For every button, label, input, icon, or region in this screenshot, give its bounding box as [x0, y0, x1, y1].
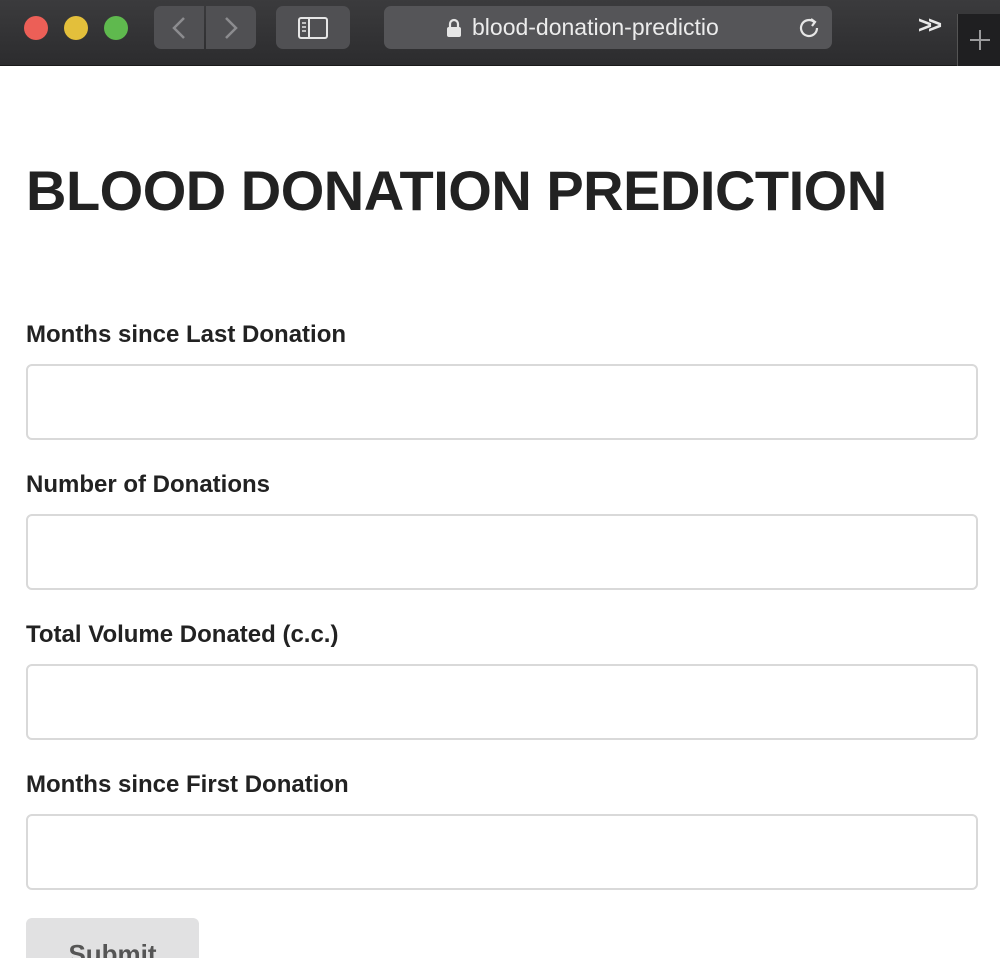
- window-close-button[interactable]: [24, 16, 48, 40]
- months-since-last-donation-label: Months since Last Donation: [26, 321, 347, 348]
- browser-toolbar: blood-donation-predictio >>: [0, 0, 1000, 66]
- new-tab-button[interactable]: [957, 14, 1000, 66]
- chevron-right-icon: [225, 16, 238, 39]
- sidebar-icon: [298, 16, 328, 39]
- forward-button[interactable]: [206, 6, 256, 49]
- months-since-first-donation-label: Months since First Donation: [26, 771, 349, 798]
- reload-icon[interactable]: [796, 15, 822, 46]
- address-bar[interactable]: blood-donation-predictio: [384, 6, 832, 49]
- number-of-donations-label: Number of Donations: [26, 471, 270, 498]
- total-volume-donated-label: Total Volume Donated (c.c.): [26, 621, 339, 648]
- total-volume-donated-input[interactable]: [26, 664, 978, 740]
- window-maximize-button[interactable]: [104, 16, 128, 40]
- window-minimize-button[interactable]: [64, 16, 88, 40]
- page-title: BLOOD DONATION PREDICTION: [26, 159, 887, 222]
- plus-icon: [969, 30, 990, 50]
- url-text: blood-donation-predictio: [472, 14, 719, 40]
- submit-button[interactable]: Submit: [26, 918, 199, 958]
- chevron-double-right-icon[interactable]: >>: [918, 14, 942, 38]
- months-since-first-donation-input[interactable]: [26, 814, 978, 890]
- months-since-last-donation-input[interactable]: [26, 364, 978, 440]
- chevron-left-icon: [172, 16, 185, 39]
- back-button[interactable]: [154, 6, 204, 49]
- lock-icon: [446, 18, 462, 38]
- number-of-donations-input[interactable]: [26, 514, 978, 590]
- sidebar-toggle-button[interactable]: [276, 6, 350, 49]
